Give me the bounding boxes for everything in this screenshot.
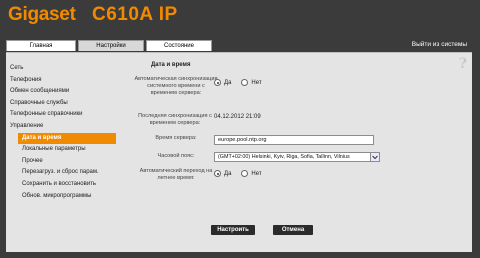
- sidebar-item-management[interactable]: Управление: [6, 121, 116, 133]
- apply-button[interactable]: Настроить: [211, 225, 255, 235]
- sidebar-subitem-firmware-update[interactable]: Обнов. микропрограммы: [6, 191, 116, 203]
- timezone-label: Часовой пояс:: [157, 153, 195, 159]
- cancel-button[interactable]: Отмена: [273, 225, 313, 235]
- sidebar-subitem-reboot-reset[interactable]: Перезагруз. и сброс парам.: [6, 167, 116, 179]
- chevron-down-icon[interactable]: [370, 153, 379, 161]
- sidebar-subitem-misc[interactable]: Прочее: [6, 156, 116, 168]
- settings-panel: ? Сеть Телефония Обмен сообщениями Справ…: [6, 52, 472, 252]
- last-sync-value: 04.12.2012 21:09: [214, 114, 261, 120]
- tab-settings[interactable]: Настройки: [78, 40, 144, 51]
- sidebar-item-network[interactable]: Сеть: [6, 63, 116, 75]
- sync-no-label: Нет: [251, 79, 262, 86]
- content-area: Дата и время Автоматическая синхронизаци…: [116, 53, 472, 253]
- sidebar: Сеть Телефония Обмен сообщениями Справоч…: [6, 63, 116, 202]
- tab-status[interactable]: Состояние: [146, 40, 212, 51]
- sidebar-subitem-save-restore[interactable]: Сохранить и восстановить: [6, 179, 116, 191]
- dst-no-radio[interactable]: [241, 170, 249, 177]
- dst-label: Автоматический переход на летнее время:: [139, 168, 213, 181]
- time-server-input[interactable]: europe.pool.ntp.org: [214, 135, 374, 145]
- last-sync-label: Последняя синхронизация с временем серве…: [138, 113, 212, 126]
- dst-radio-group: Да Нет: [214, 170, 272, 177]
- brand-logo: Gigaset: [8, 4, 76, 25]
- sync-yes-radio[interactable]: [214, 79, 221, 86]
- dst-yes-radio[interactable]: [214, 170, 221, 177]
- sync-yes-label: Да: [224, 79, 232, 86]
- sync-label: Автоматическая синхронизация системного …: [134, 76, 218, 96]
- dst-no-label: Нет: [251, 170, 262, 177]
- timezone-select[interactable]: (GMT+02:00) Helsinki, Kyiv, Riga, Sofia,…: [214, 152, 380, 162]
- sidebar-subitem-local-settings[interactable]: Локальные параметры: [6, 144, 116, 156]
- timezone-value: (GMT+02:00) Helsinki, Kyiv, Riga, Sofia,…: [218, 154, 350, 160]
- sidebar-subitem-date-time[interactable]: Дата и время: [18, 132, 116, 145]
- section-title: Дата и время: [151, 62, 191, 68]
- logout-link[interactable]: Выйти из системы: [412, 41, 467, 48]
- sidebar-item-info-services[interactable]: Справочные службы: [6, 98, 116, 110]
- sidebar-item-telephony[interactable]: Телефония: [6, 75, 116, 87]
- time-server-label: Время сервера:: [155, 135, 197, 141]
- sidebar-item-messaging[interactable]: Обмен сообщениями: [6, 86, 116, 98]
- tab-home[interactable]: Главная: [6, 40, 76, 51]
- sidebar-item-directories[interactable]: Телефонные справочники: [6, 109, 116, 121]
- header: Gigaset C610A IP: [0, 0, 480, 34]
- sync-radio-group: Да Нет: [214, 79, 272, 86]
- dst-yes-label: Да: [224, 170, 232, 177]
- sync-no-radio[interactable]: [241, 79, 249, 86]
- model-name: C610A IP: [92, 4, 178, 25]
